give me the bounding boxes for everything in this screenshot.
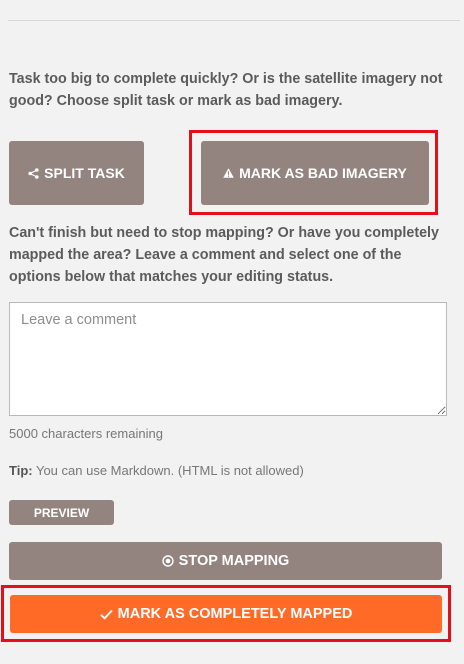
mark-bad-imagery-button[interactable]: MARK AS BAD IMAGERY bbox=[201, 141, 429, 205]
stop-mapping-prompt-text: Can't finish but need to stop mapping? O… bbox=[9, 225, 439, 285]
tip-label: Tip: bbox=[9, 463, 33, 478]
mark-completely-mapped-button[interactable]: MARK AS COMPLETELY MAPPED bbox=[10, 595, 442, 633]
tip-text: You can use Markdown. (HTML is not allow… bbox=[32, 463, 304, 478]
mark-bad-imagery-label: MARK AS BAD IMAGERY bbox=[239, 165, 407, 181]
warning-icon bbox=[223, 168, 234, 178]
stop-mapping-label: STOP MAPPING bbox=[178, 553, 290, 569]
preview-label: PREVIEW bbox=[33, 505, 90, 520]
markdown-tip: Tip: You can use Markdown. (HTML is not … bbox=[9, 463, 304, 478]
section-divider bbox=[8, 20, 460, 21]
split-prompt-text: Task too big to complete quickly? Or is … bbox=[9, 71, 443, 109]
share-split-icon bbox=[28, 167, 39, 179]
comment-textarea[interactable] bbox=[9, 302, 447, 416]
split-task-label: SPLIT TASK bbox=[44, 165, 125, 181]
characters-remaining: 5000 characters remaining bbox=[9, 426, 163, 441]
split-task-button[interactable]: SPLIT TASK bbox=[9, 141, 144, 205]
mark-completely-mapped-label: MARK AS COMPLETELY MAPPED bbox=[117, 606, 353, 622]
stop-circle-icon bbox=[161, 555, 174, 567]
preview-button[interactable]: PREVIEW bbox=[9, 500, 114, 525]
stop-mapping-button[interactable]: STOP MAPPING bbox=[9, 542, 442, 580]
check-icon bbox=[100, 609, 113, 620]
